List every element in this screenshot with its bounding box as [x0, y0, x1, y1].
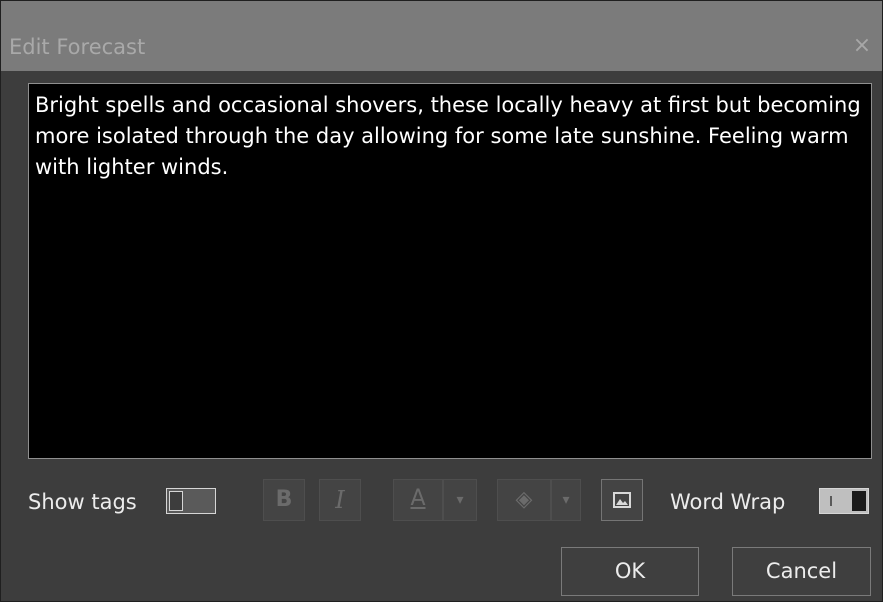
- fill-color-button[interactable]: ◈: [497, 479, 551, 521]
- word-wrap-label: Word Wrap: [670, 490, 786, 514]
- show-tags-label: Show tags: [28, 490, 137, 514]
- toggle-knob: [852, 491, 866, 511]
- title-bar[interactable]: Edit Forecast ×: [1, 1, 882, 71]
- insert-image-button[interactable]: [601, 479, 643, 521]
- italic-button[interactable]: I: [319, 479, 361, 521]
- image-icon: [613, 492, 631, 508]
- font-color-button[interactable]: A: [393, 479, 443, 521]
- show-tags-toggle[interactable]: [166, 488, 216, 514]
- dialog-title: Edit Forecast: [9, 35, 146, 59]
- cancel-button[interactable]: Cancel: [732, 547, 871, 596]
- fill-color-dropdown[interactable]: ▾: [551, 479, 581, 521]
- font-color-dropdown[interactable]: ▾: [443, 479, 477, 521]
- toggle-knob: [169, 491, 183, 511]
- forecast-text: Bright spells and occasional shovers, th…: [35, 93, 861, 179]
- ok-button[interactable]: OK: [561, 547, 699, 596]
- forecast-text-editor[interactable]: Bright spells and occasional shovers, th…: [28, 83, 872, 459]
- word-wrap-toggle[interactable]: [819, 488, 869, 514]
- toggle-tick: [830, 496, 832, 506]
- close-icon[interactable]: ×: [850, 34, 874, 58]
- bold-button[interactable]: B: [263, 479, 305, 521]
- paint-bucket-icon: ◈: [515, 487, 533, 512]
- formatting-toolbar: Show tags B I A ▾ ◈ ▾ Word Wrap: [1, 474, 882, 524]
- font-color-icon: A: [410, 486, 426, 511]
- edit-forecast-dialog: Edit Forecast × Bright spells and occasi…: [0, 0, 883, 602]
